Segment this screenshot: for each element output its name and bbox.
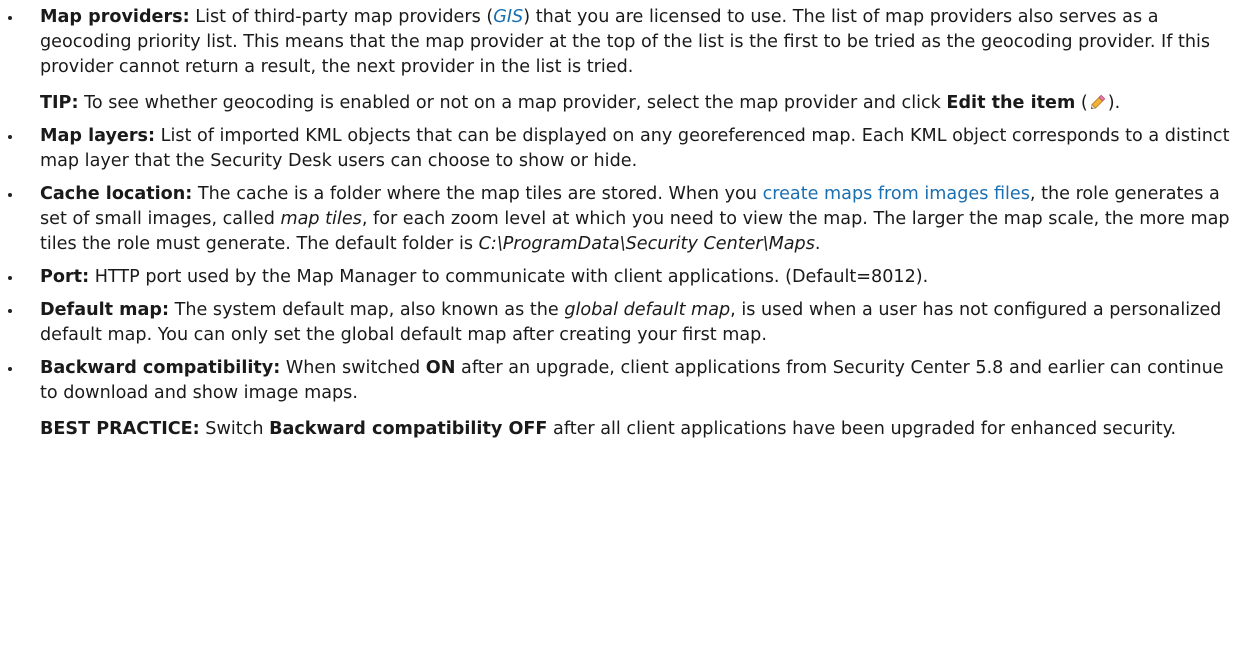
list-item-backward-compatibility: Backward compatibility: When switched ON… <box>8 356 1231 442</box>
body-text: List of third-party map providers ( <box>189 7 494 27</box>
map-providers-paragraph: Map providers: List of third-party map p… <box>40 5 1231 80</box>
list-item-cache-location: Cache location: The cache is a folder wh… <box>8 182 1231 257</box>
bullet-icon <box>8 135 12 139</box>
term-label: Cache location: <box>40 184 193 204</box>
term-label: Port: <box>40 267 90 287</box>
best-practice-label: BEST PRACTICE: <box>40 419 200 439</box>
edit-item-label: Edit the item <box>946 93 1076 113</box>
best-practice-text: Switch <box>199 419 270 439</box>
backward-compatibility-paragraph: Backward compatibility: When switched ON… <box>40 356 1231 406</box>
setting-name: Backward compatibility OFF <box>269 419 548 439</box>
tip-text: To see whether geocoding is enabled or n… <box>78 93 947 113</box>
map-tiles-term: map tiles <box>280 209 362 229</box>
default-folder-path: C:\ProgramData\Security Center\Maps <box>478 234 815 254</box>
global-default-map-term: global default map <box>564 300 731 320</box>
gis-link[interactable]: GIS <box>493 7 523 27</box>
tip-note: TIP: To see whether geocoding is enabled… <box>40 91 1231 116</box>
create-maps-link[interactable]: create maps from images files <box>763 184 1030 204</box>
body-text: HTTP port used by the Map Manager to com… <box>89 267 929 287</box>
best-practice-note: BEST PRACTICE: Switch Backward compatibi… <box>40 417 1231 442</box>
list-item-map-layers: Map layers: List of imported KML objects… <box>8 124 1231 174</box>
paren-open: ( <box>1075 93 1088 113</box>
term-label: Default map: <box>40 300 169 320</box>
term-label: Map layers: <box>40 126 156 146</box>
on-label: ON <box>425 358 456 378</box>
body-text: When switched <box>280 358 426 378</box>
settings-list: Map providers: List of third-party map p… <box>8 5 1231 442</box>
bullet-icon <box>8 16 12 20</box>
tip-label: TIP: <box>40 93 79 113</box>
body-text: The system default map, also known as th… <box>169 300 565 320</box>
list-item-default-map: Default map: The system default map, als… <box>8 298 1231 348</box>
body-text: List of imported KML objects that can be… <box>40 126 1230 171</box>
body-text: The cache is a folder where the map tile… <box>192 184 763 204</box>
bullet-icon <box>8 276 12 280</box>
best-practice-text: after all client applications have been … <box>547 419 1177 439</box>
pencil-icon <box>1088 92 1108 112</box>
body-text: . <box>814 234 821 254</box>
list-item-map-providers: Map providers: List of third-party map p… <box>8 5 1231 116</box>
list-item-port: Port: HTTP port used by the Map Manager … <box>8 265 1231 290</box>
bullet-icon <box>8 367 12 371</box>
term-label: Backward compatibility: <box>40 358 281 378</box>
bullet-icon <box>8 309 12 313</box>
bullet-icon <box>8 193 12 197</box>
document-body: Map providers: List of third-party map p… <box>0 0 1245 442</box>
term-label: Map providers: <box>40 7 190 27</box>
paren-close: ). <box>1107 93 1121 113</box>
